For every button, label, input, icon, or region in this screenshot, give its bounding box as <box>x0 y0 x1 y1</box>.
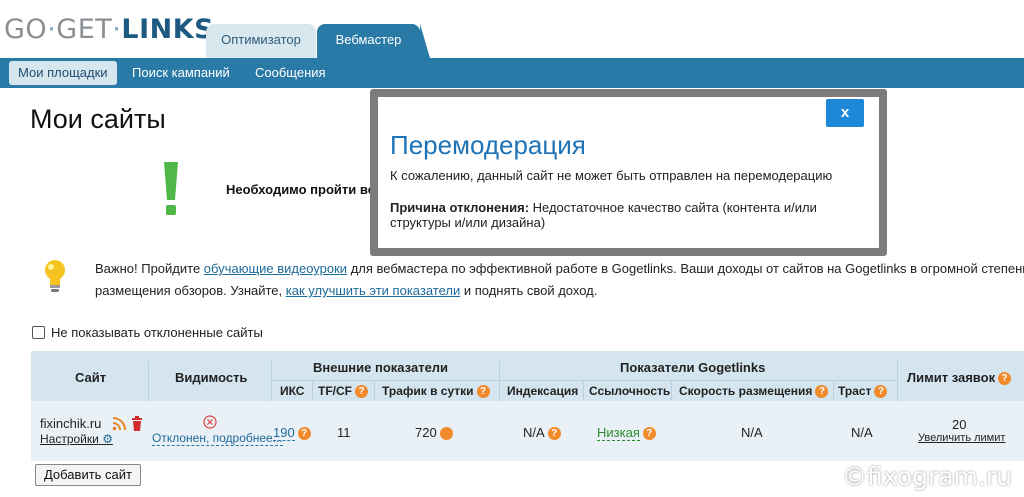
divider <box>272 380 498 381</box>
divider <box>374 382 375 400</box>
improve-metrics-link[interactable]: как улучшить эти показатели <box>286 283 460 298</box>
header-limit: Лимит заявок? <box>907 370 1012 386</box>
trash-icon[interactable] <box>131 416 143 431</box>
info-text: для вебмастера по эффективной работе в G… <box>347 261 1024 276</box>
header-linkability: Ссылочность <box>589 384 671 398</box>
header-speed: Скорость размещения? <box>679 384 829 399</box>
logo-dot: · <box>112 14 122 45</box>
header-gogetlinks: Показатели Gogetlinks <box>620 360 766 375</box>
info-line-2: размещения обзоров. Узнайте, как улучшит… <box>95 283 597 298</box>
logo-part-get: GET <box>56 14 113 45</box>
dialog-title: Перемодерация <box>390 130 586 160</box>
hide-rejected-checkbox[interactable] <box>32 326 45 339</box>
divider <box>148 361 149 401</box>
divider <box>583 382 584 400</box>
traffic-value: 720 <box>415 425 453 441</box>
speed-value: N/A <box>741 425 763 440</box>
divider <box>271 361 272 401</box>
logo-dot: · <box>47 14 57 45</box>
question-icon[interactable]: ? <box>355 385 368 399</box>
tab-webmaster[interactable]: Вебмастер <box>317 24 430 58</box>
warning-text: Необходимо пройти ве <box>226 182 375 197</box>
divider <box>499 361 500 401</box>
settings-label: Настройки <box>40 432 99 446</box>
header: GO·GET·LINKS Оптимизатор Вебмастер <box>0 0 1024 58</box>
remoderation-dialog: x Перемодерация К сожалению, данный сайт… <box>370 89 887 256</box>
divider <box>671 382 672 400</box>
question-icon[interactable]: ? <box>297 427 311 441</box>
hide-rejected-label: Не показывать отклоненные сайты <box>51 325 263 340</box>
info-dot-icon[interactable] <box>439 427 453 441</box>
nav-my-sites[interactable]: Мои площадки <box>9 61 117 85</box>
info-line-1: Важно! Пройдите обучающие видеоуроки для… <box>95 261 1024 276</box>
indexing-value: N/A? <box>523 425 561 441</box>
header-tfcf-label: TF/CF <box>318 384 352 398</box>
iks-value: 190? <box>273 425 311 441</box>
header-trust-label: Траст <box>838 384 872 398</box>
tfcf-value: 11 <box>337 425 351 440</box>
indexing-text: N/A <box>523 425 545 440</box>
limit-value: 20 <box>952 417 967 432</box>
traffic-number: 720 <box>415 425 437 440</box>
header-indexing: Индексация <box>507 384 579 398</box>
question-icon[interactable]: ? <box>998 372 1012 386</box>
question-icon[interactable]: ? <box>642 427 656 441</box>
question-icon[interactable]: ? <box>547 427 561 441</box>
info-text: и поднять свой доход. <box>460 283 598 298</box>
logo-part-go: GO <box>4 14 48 45</box>
logo-part-links: LINKS <box>121 14 215 45</box>
logo[interactable]: GO·GET·LINKS <box>4 14 214 45</box>
header-speed-label: Скорость размещения <box>679 384 813 398</box>
nav-campaign-search[interactable]: Поиск кампаний <box>123 61 239 85</box>
divider <box>312 382 313 400</box>
divider <box>897 361 898 401</box>
header-external: Внешние показатели <box>313 360 449 375</box>
close-button[interactable]: x <box>826 99 864 127</box>
divider <box>500 380 896 381</box>
iks-link[interactable]: 190 <box>273 425 295 441</box>
video-tutorials-link[interactable]: обучающие видеоуроки <box>204 261 347 276</box>
linkability-value: Низкая? <box>597 425 656 441</box>
header-traffic-label: Трафик в сутки <box>382 384 474 398</box>
watermark: ©fixogram.ru <box>842 462 1012 491</box>
dialog-reason: Причина отклонения: Недостаточное качест… <box>390 200 860 230</box>
rejected-details-link[interactable]: Отклонен, подробнее... <box>152 431 283 446</box>
nav-messages[interactable]: Сообщения <box>246 61 335 85</box>
hide-rejected-row: Не показывать отклоненные сайты <box>32 325 263 340</box>
header-visibility: Видимость <box>175 370 248 385</box>
info-text: размещения обзоров. Узнайте, <box>95 283 286 298</box>
exclamation-icon <box>164 162 178 215</box>
divider <box>833 382 834 400</box>
header-iks: ИКС <box>280 384 305 398</box>
question-icon[interactable]: ? <box>815 385 829 399</box>
question-icon[interactable]: ? <box>874 385 888 399</box>
rejected-icon <box>203 415 217 429</box>
header-tfcf: TF/CF? <box>318 384 368 399</box>
site-name: fixinchik.ru <box>40 416 102 431</box>
reason-label: Причина отклонения: <box>390 200 530 215</box>
info-text: Важно! Пройдите <box>95 261 204 276</box>
header-site: Сайт <box>75 370 107 385</box>
lightbulb-icon <box>45 260 65 292</box>
increase-limit-link[interactable]: Увеличить лимит <box>918 432 1005 444</box>
add-site-button[interactable]: Добавить сайт <box>35 464 141 486</box>
settings-link[interactable]: Настройки ⚙ <box>40 432 113 446</box>
page-title: Мои сайты <box>30 104 166 134</box>
header-traffic: Трафик в сутки? <box>382 384 490 399</box>
sites-table: Сайт Видимость Внешние показатели Показа… <box>31 351 1024 461</box>
sub-navigation: Мои площадки Поиск кампаний Сообщения <box>0 58 1024 88</box>
trust-value: N/A <box>851 425 873 440</box>
question-icon[interactable]: ? <box>476 385 490 399</box>
header-limit-label: Лимит заявок <box>907 370 996 385</box>
gear-icon: ⚙ <box>102 432 113 446</box>
dialog-message: К сожалению, данный сайт не может быть о… <box>390 168 833 183</box>
rss-icon[interactable] <box>112 417 126 431</box>
tab-optimizer[interactable]: Оптимизатор <box>206 24 316 58</box>
linkability-text[interactable]: Низкая <box>597 425 640 441</box>
header-trust: Траст? <box>838 384 888 399</box>
